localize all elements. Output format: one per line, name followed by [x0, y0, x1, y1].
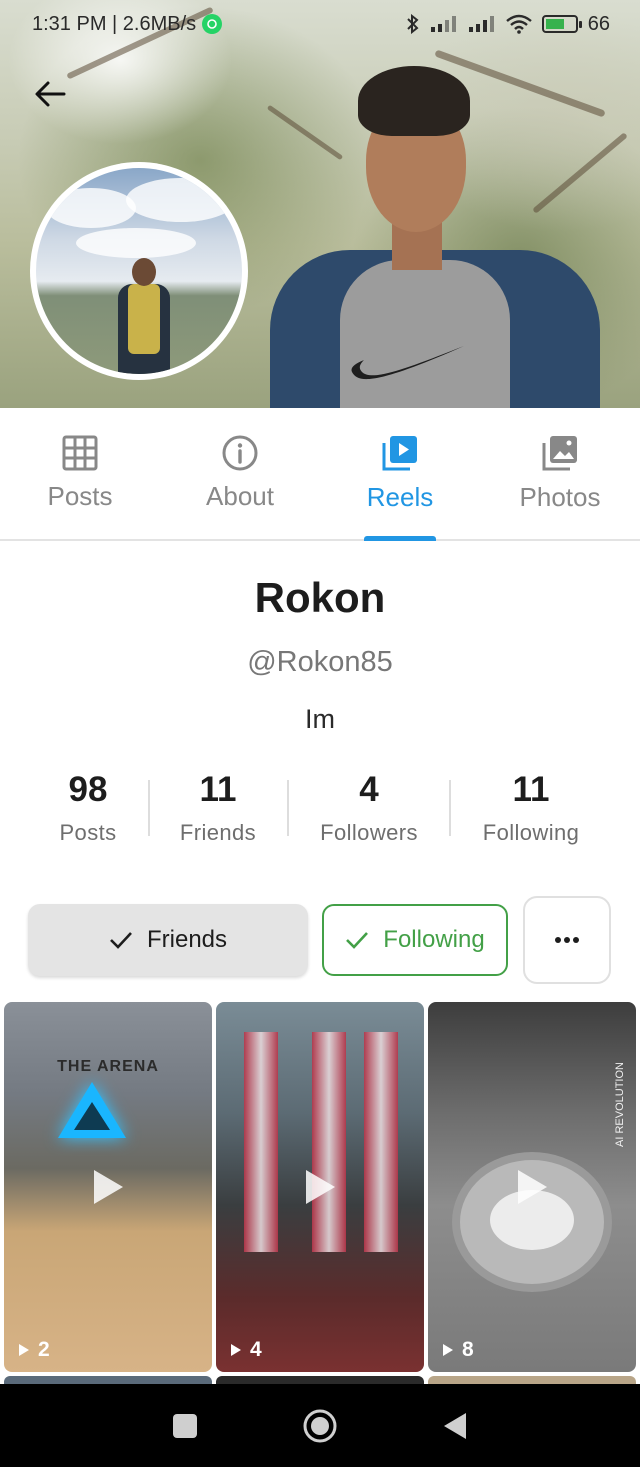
stat-following-value: 11 [512, 770, 550, 809]
reel-tile[interactable]: THE ARENA 2 [4, 1002, 212, 1372]
info-icon [222, 435, 258, 471]
more-options-button[interactable] [523, 896, 611, 984]
profile-name: Rokon [254, 574, 386, 621]
play-icon [94, 1170, 123, 1204]
stat-followers-value: 4 [359, 770, 379, 809]
bluetooth-icon [407, 14, 419, 34]
more-horizontal-icon [555, 937, 579, 943]
friends-button[interactable]: Friends [28, 904, 308, 976]
stat-divider [148, 780, 150, 836]
stat-followers[interactable]: 4 Followers [320, 768, 418, 846]
stat-following-label: Following [482, 820, 580, 845]
tab-reels[interactable]: Reels [320, 408, 480, 541]
battery-icon [541, 15, 582, 33]
active-tab-indicator [364, 536, 436, 541]
whatsapp-icon [202, 14, 223, 34]
signal-2-icon [468, 16, 494, 32]
profile-stats: 98 Posts 11 Friends 4 Followers 11 Follo… [0, 768, 640, 858]
signal-icon [430, 16, 456, 32]
photos-icon [542, 436, 577, 471]
status-time: 1:31 PM | 2.6MB/s [32, 12, 197, 35]
tab-photos[interactable]: Photos [480, 408, 640, 539]
battery-percent: 66 [587, 12, 610, 35]
recents-button[interactable] [172, 1413, 198, 1439]
profile-avatar[interactable] [30, 162, 248, 380]
play-icon [518, 1170, 547, 1204]
stat-divider [287, 780, 289, 836]
check-icon [110, 932, 132, 949]
tab-about[interactable]: About [160, 408, 320, 539]
play-icon [306, 1170, 335, 1204]
following-button[interactable]: Following [322, 904, 508, 976]
status-bar: 1:31 PM | 2.6MB/s 66 [0, 0, 640, 48]
stat-followers-label: Followers [320, 820, 418, 845]
system-navigation-bar [0, 1384, 640, 1467]
tab-posts-label: Posts [47, 481, 113, 511]
reel-watermark: AI REVOLUTION [614, 1062, 626, 1147]
reels-grid: THE ARENA 2 4 AI REVOLUTION 8 [0, 1002, 640, 1372]
following-button-label: Following [383, 926, 485, 953]
reel-tile[interactable]: AI REVOLUTION 8 [428, 1002, 636, 1372]
reel-view-count: 8 [442, 1338, 474, 1362]
reel-view-count: 2 [18, 1338, 50, 1362]
check-icon [346, 932, 369, 949]
tab-photos-label: Photos [519, 482, 601, 512]
reel-overlay-text: THE ARENA [57, 1058, 159, 1075]
play-small-icon [443, 1344, 453, 1356]
tab-reels-label: Reels [366, 482, 434, 512]
reels-icon [382, 436, 417, 471]
cover-person-image [270, 60, 600, 408]
profile-handle: @Rokon85 [247, 646, 393, 678]
back-button[interactable] [30, 74, 70, 114]
reel-tile[interactable]: 4 [216, 1002, 424, 1372]
stat-posts-label: Posts [59, 820, 117, 845]
arrow-left-icon [35, 81, 66, 107]
stat-friends-value: 11 [199, 770, 237, 809]
stat-friends[interactable]: 11 Friends [180, 768, 256, 846]
stat-posts-value: 98 [68, 770, 108, 809]
home-button[interactable] [302, 1408, 338, 1444]
profile-bio: Im [305, 704, 335, 734]
grid-icon [62, 435, 98, 471]
stat-divider [449, 780, 451, 836]
tab-about-label: About [206, 481, 274, 511]
back-nav-button[interactable] [442, 1412, 468, 1440]
stat-following[interactable]: 11 Following [483, 768, 580, 846]
tab-posts[interactable]: Posts [0, 408, 160, 539]
stat-friends-label: Friends [179, 820, 257, 845]
wifi-icon [505, 14, 532, 34]
reel-view-count: 4 [230, 1338, 262, 1362]
play-small-icon [19, 1344, 29, 1356]
friends-button-label: Friends [146, 926, 228, 953]
profile-tabs: Posts About Reels Photos [0, 408, 640, 541]
play-small-icon [231, 1344, 241, 1356]
avatar-person-image [114, 258, 174, 374]
stat-posts[interactable]: 98 Posts [59, 768, 116, 846]
